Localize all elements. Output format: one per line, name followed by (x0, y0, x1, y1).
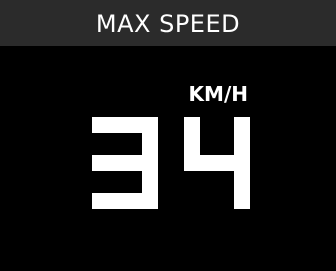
speed-digit-4 (184, 117, 250, 209)
speed-digit-3 (92, 117, 158, 209)
max-speed-screen: MAX SPEED KM/H 34 (0, 0, 336, 271)
header-bar: MAX SPEED (0, 0, 336, 46)
digit-segment (234, 155, 250, 209)
page-title: MAX SPEED (95, 10, 241, 38)
speed-unit-label: KM/H (188, 82, 248, 106)
speed-readout: 34 (92, 117, 252, 209)
speed-digits-graphic (92, 117, 250, 209)
digit-segment (92, 193, 158, 209)
